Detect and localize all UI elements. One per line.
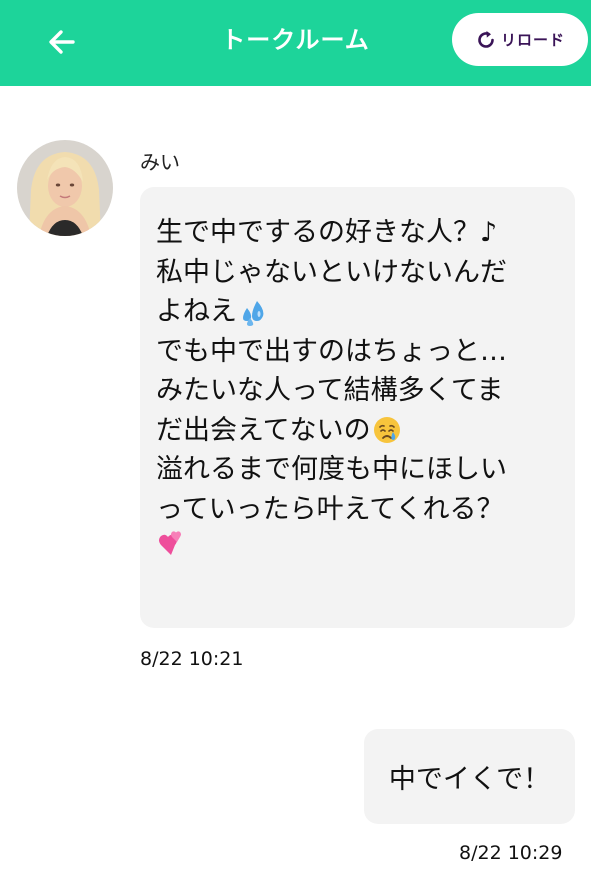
header-bar: トークルーム リロード: [0, 0, 591, 86]
incoming-message-bubble[interactable]: 生で中でするの好きな人？♪ 私中じゃないといけないんだ よねえ でも中で出すのは…: [140, 187, 575, 628]
outgoing-message-bubble[interactable]: 中でイくで！: [364, 729, 575, 824]
message-line: よねえ: [156, 292, 557, 332]
refresh-icon: [478, 30, 494, 48]
sender-name: みい: [140, 150, 180, 174]
talk-room-screen: トークルーム リロード みい 生で中でするの好きな人？♪ 私中じゃないといけない…: [0, 0, 591, 878]
sweat-droplets-icon: [243, 300, 264, 326]
avatar-image: [17, 140, 113, 236]
message-line: 溢れるまで何度も中にほしい: [156, 454, 507, 485]
message-line: だ出会えてないの: [156, 411, 557, 451]
message-timestamp: 8/22 10:21: [140, 648, 244, 670]
message-line: 生で中でするの好きな人？♪: [156, 217, 498, 248]
message-line: っていったら叶えてくれる？: [156, 493, 504, 525]
message-timestamp: 8/22 10:29: [459, 842, 563, 864]
reload-button[interactable]: リロード: [452, 13, 588, 66]
message-line: でも中で出すのはちょっと…: [156, 335, 507, 367]
two-hearts-icon: [159, 531, 181, 555]
message-line: みたいな人って結構多くてま: [156, 375, 504, 406]
reload-label: リロード: [500, 31, 565, 49]
message-text: 中でイくで！: [388, 764, 551, 795]
crying-face-icon: [373, 417, 400, 444]
message-line: [156, 529, 557, 557]
message-line: 私中じゃないといけないんだ: [156, 256, 507, 288]
avatar[interactable]: [17, 140, 113, 236]
